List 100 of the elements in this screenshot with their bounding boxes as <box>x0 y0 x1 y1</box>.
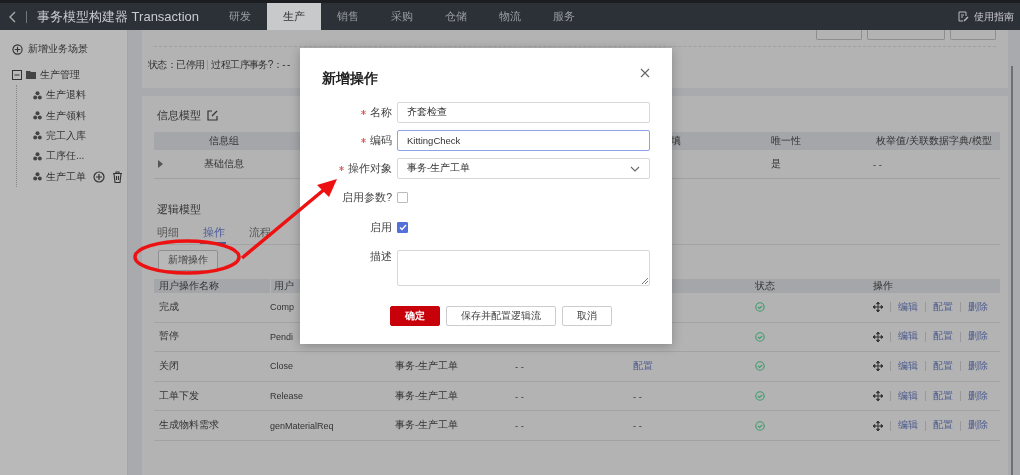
column-header: 唯一性 <box>770 134 802 148</box>
section-title: 信息模型 <box>157 107 201 123</box>
nav-tab[interactable]: 服务 <box>537 3 591 30</box>
table-cell-text: 是 <box>770 157 782 171</box>
column-header: 操作 <box>873 279 894 293</box>
field-label: 编码 <box>361 133 392 148</box>
scrollbar[interactable] <box>1011 66 1013 475</box>
action-link[interactable]: 编辑 <box>898 330 918 344</box>
table-cell-text: 工单下发 <box>158 389 200 403</box>
table-cell-text: Pendi <box>270 331 295 342</box>
tree-item[interactable]: 生产领料 <box>46 108 86 123</box>
tree-item[interactable]: 生产管理 <box>40 68 80 82</box>
table-cell: 基础信息 <box>204 157 244 171</box>
trash-icon[interactable] <box>112 170 123 183</box>
app-title: 事务模型构建器 Transaction <box>37 7 201 26</box>
table-cell-text: genMaterialReq <box>270 420 335 431</box>
table-cell-text: 事务-生产工单 <box>395 419 460 433</box>
status-text: 过程工序事务?：- - <box>211 58 290 72</box>
nav-tab[interactable]: 生产 <box>267 3 321 30</box>
section-title: 逻辑模型 <box>157 201 201 217</box>
add-icon[interactable] <box>93 170 105 183</box>
tree-item[interactable]: 生产退料 <box>46 88 86 103</box>
table-cell-text: Comp <box>270 302 295 313</box>
action-link[interactable]: 编辑 <box>898 389 918 403</box>
select-field[interactable]: 事务-生产工单 <box>397 158 650 179</box>
action-link[interactable]: 配置 <box>933 330 953 344</box>
resize-grip-icon[interactable] <box>641 277 648 284</box>
move-icon[interactable] <box>873 391 883 402</box>
back-icon[interactable] <box>9 10 17 23</box>
table-cell-text: 事务-生产工单 <box>395 360 460 373</box>
table-cell-text: Release <box>270 391 305 402</box>
action-link[interactable]: 编辑 <box>898 360 918 373</box>
nav-tab[interactable]: 采购 <box>375 3 429 30</box>
cluster-icon <box>33 172 42 182</box>
field-label: 操作对象 <box>339 161 392 176</box>
action-link[interactable]: 删除 <box>968 419 988 433</box>
column-header: 状态 <box>755 279 776 293</box>
action-link[interactable]: 配置 <box>933 360 953 373</box>
tab[interactable]: 明细 <box>154 226 200 244</box>
nav-tab[interactable]: 物流 <box>483 3 537 30</box>
column-header: 信息组 <box>209 134 239 148</box>
action-link[interactable]: 编辑 <box>898 419 918 433</box>
tree-item[interactable]: 完工入库 <box>46 128 86 143</box>
field-label: 名称 <box>361 105 392 120</box>
config-link[interactable]: 配置 <box>633 360 755 373</box>
action-link[interactable]: 删除 <box>968 360 988 373</box>
action-link[interactable]: 删除 <box>968 330 988 344</box>
tree-item[interactable]: 工序任... <box>46 149 85 164</box>
cluster-icon <box>33 131 42 141</box>
input-field[interactable]: KittingCheck <box>397 130 650 151</box>
table-cell-text: - - <box>515 361 525 372</box>
action-link[interactable]: 编辑 <box>898 300 918 314</box>
checkbox[interactable] <box>397 192 408 203</box>
field-label: 启用 <box>370 220 392 235</box>
table-cell-text: - - <box>515 390 525 402</box>
column-header: 填 <box>670 134 682 148</box>
column-header: 用户操作名称 <box>158 279 220 293</box>
folder-icon <box>26 71 36 79</box>
table-cell-text: - - <box>515 420 525 432</box>
dialog-button[interactable]: 取消 <box>562 306 612 326</box>
guide-link[interactable]: 使用指南 <box>958 9 1014 24</box>
edit-icon[interactable] <box>207 109 218 121</box>
nav-tab[interactable]: 仓储 <box>429 3 483 30</box>
nav-tab[interactable]: 销售 <box>321 3 375 30</box>
action-link[interactable]: 配置 <box>933 389 953 403</box>
table-cell-text: - - <box>872 158 883 170</box>
input-field[interactable]: 齐套检查 <box>397 102 650 123</box>
close-icon[interactable] <box>640 68 650 78</box>
dialog-button[interactable]: 保存并配置逻辑流 <box>446 306 556 326</box>
plus-circle-icon <box>12 43 23 55</box>
action-link[interactable]: 配置 <box>933 300 953 314</box>
move-icon[interactable] <box>873 302 883 313</box>
field-label: 描述 <box>370 250 392 264</box>
table-cell-text: 关闭 <box>158 360 180 373</box>
add-scene-button[interactable]: 新增业务场景 <box>0 42 127 56</box>
table-cell-text: 完成 <box>158 300 180 314</box>
table-cell-text: - - <box>633 420 643 432</box>
tab[interactable]: 操作 <box>200 226 226 244</box>
table-cell-text: 生成物料需求 <box>158 419 220 433</box>
dialog-title: 新增操作 <box>322 70 378 88</box>
status-text: 状态：已停用 <box>148 58 205 72</box>
table-cell-text: 事务-生产工单 <box>395 389 460 403</box>
dialog-button[interactable]: 确定 <box>390 306 440 326</box>
cluster-icon <box>33 90 42 100</box>
add-operation-button[interactable]: 新增操作 <box>158 250 218 271</box>
cluster-icon <box>33 151 42 161</box>
move-icon[interactable] <box>873 420 883 431</box>
action-link[interactable]: 删除 <box>968 300 988 314</box>
nav-tab[interactable]: 研发 <box>213 3 267 30</box>
move-icon[interactable] <box>873 361 883 372</box>
expand-icon[interactable] <box>158 160 163 168</box>
action-link[interactable]: 配置 <box>933 419 953 433</box>
tree-item[interactable]: 生产工单 <box>46 169 86 184</box>
collapse-icon[interactable] <box>12 70 22 80</box>
note-edit-icon <box>958 11 969 22</box>
action-link[interactable]: 删除 <box>968 389 988 403</box>
checkbox[interactable] <box>397 222 408 233</box>
field-label: 启用参数? <box>342 190 392 205</box>
cluster-icon <box>33 111 42 121</box>
move-icon[interactable] <box>873 331 883 342</box>
